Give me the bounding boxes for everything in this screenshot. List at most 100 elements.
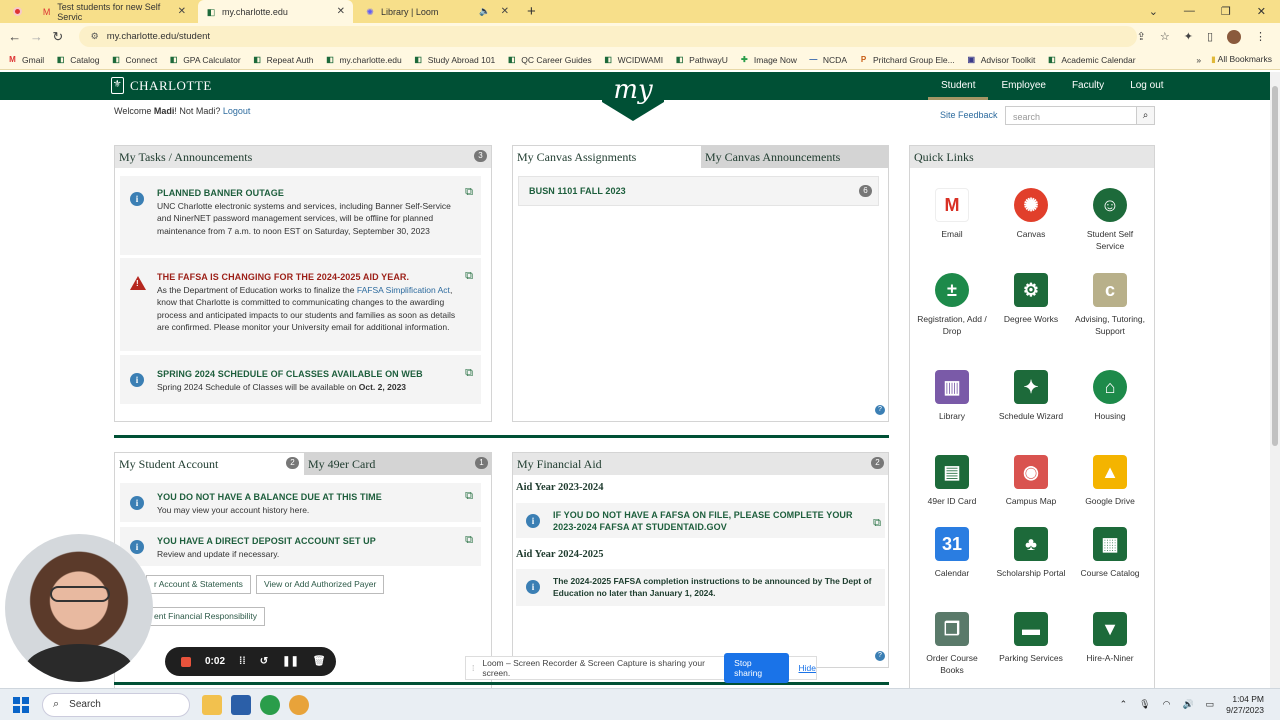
site-info-icon[interactable]: ⚙ <box>91 31 99 42</box>
stop-sharing-button[interactable]: Stop sharing <box>724 653 789 683</box>
site-feedback-link[interactable]: Site Feedback <box>940 110 998 120</box>
bookmark-gmail[interactable]: M Gmail <box>8 55 44 65</box>
tab-canvas-assignments[interactable]: My Canvas Assignments <box>513 150 636 165</box>
external-link-icon[interactable]: ⧉ <box>465 186 473 199</box>
pause-icon[interactable]: ❚❚ <box>282 656 299 667</box>
quick-link-hire-a-niner[interactable]: ▼ Hire-A-Niner <box>1074 612 1146 664</box>
bookmark-my-charlotte[interactable]: ◧ my.charlotte.edu <box>325 55 402 65</box>
quick-link-registration-add-drop[interactable]: ± Registration, Add / Drop <box>916 273 988 337</box>
authorized-payer-button[interactable]: View or Add Authorized Payer <box>256 575 385 594</box>
chrome-icon[interactable] <box>260 694 280 715</box>
all-bookmarks[interactable]: ▮ All Bookmarks <box>1211 54 1272 65</box>
back-icon[interactable]: ← <box>4 29 26 44</box>
bookmark-pathwayu[interactable]: ◧ PathwayU <box>675 55 728 65</box>
quick-link-schedule-wizard[interactable]: ✦ Schedule Wizard <box>995 370 1067 422</box>
external-link-icon[interactable]: ⧉ <box>465 270 473 283</box>
share-icon[interactable]: ⇪ <box>1137 30 1146 43</box>
profile-avatar[interactable] <box>1227 29 1241 44</box>
quick-link-advising-tutoring-support[interactable]: c Advising, Tutoring, Support <box>1074 273 1146 337</box>
webcam-bubble[interactable] <box>5 534 153 682</box>
canvas-course-row[interactable]: BUSN 1101 FALL 2023 6 <box>518 176 879 206</box>
tab-canvas-announcements[interactable]: My Canvas Announcements <box>701 146 889 168</box>
bookmark-repeat-auth[interactable]: ◧ Repeat Auth <box>253 55 313 65</box>
quick-link-student-self-service[interactable]: ☺ Student Self Service <box>1074 188 1146 252</box>
quick-link-49er-id-card[interactable]: ▤ 49er ID Card <box>916 455 988 507</box>
quick-link-email[interactable]: M Email <box>916 188 988 240</box>
audio-icon[interactable]: 🔈 <box>479 6 490 17</box>
drag-handle-icon[interactable]: ⁞ <box>472 663 474 673</box>
grid-icon[interactable]: ⁞⁞ <box>239 656 246 667</box>
bookmark-gpa[interactable]: ◧ GPA Calculator <box>169 55 241 65</box>
charlotte-logo[interactable]: ⚜ CHARLOTTE <box>111 77 212 94</box>
hide-link[interactable]: Hide <box>799 663 816 673</box>
help-icon[interactable]: ? <box>875 405 885 415</box>
quick-link-canvas[interactable]: ✺ Canvas <box>995 188 1067 240</box>
browser-menu-icon[interactable]: ⋮ <box>1255 30 1266 43</box>
bookmark-image-now[interactable]: ✚ Image Now <box>740 55 797 65</box>
external-link-icon[interactable]: ⧉ <box>873 517 881 530</box>
nav-student[interactable]: Student <box>928 72 989 100</box>
browser-tab-1[interactable]: M Test students for new Self Servic ✕ <box>34 0 194 23</box>
taskbar-clock[interactable]: 1:04 PM 9/27/2023 <box>1226 694 1264 716</box>
browser-tab-3[interactable]: ✺ Library | Loom 🔈 ✕ <box>357 0 517 23</box>
battery-icon[interactable]: ▭ <box>1206 699 1215 710</box>
file-explorer-icon[interactable] <box>202 694 222 715</box>
external-link-icon[interactable]: ⧉ <box>465 490 473 503</box>
bookmark-wcidwami[interactable]: ◧ WCIDWAMI <box>604 55 663 65</box>
bookmark-connect[interactable]: ◧ Connect <box>112 55 157 65</box>
bookmark-academic-calendar[interactable]: ◧ Academic Calendar <box>1047 55 1135 65</box>
bookmark-advisor-toolkit[interactable]: ▣ Advisor Toolkit <box>967 55 1035 65</box>
new-tab-icon[interactable]: + <box>527 3 536 20</box>
announcement-title[interactable]: SPRING 2024 SCHEDULE OF CLASSES AVAILABL… <box>157 369 423 379</box>
url-bar[interactable]: ⚙ my.charlotte.edu/student <box>78 26 1137 47</box>
nav-logout[interactable]: Log out <box>1117 72 1176 100</box>
external-link-icon[interactable]: ⧉ <box>465 367 473 380</box>
store-icon[interactable] <box>231 694 251 715</box>
bookmark-catalog[interactable]: ◧ Catalog <box>56 55 100 65</box>
fafsa-simplification-link[interactable]: FAFSA Simplification Act <box>357 285 450 295</box>
forward-icon[interactable]: → <box>26 29 48 44</box>
quick-link-housing[interactable]: ⌂ Housing <box>1074 370 1146 422</box>
tab-search-icon[interactable]: ⌄ <box>1149 5 1158 18</box>
volume-icon[interactable]: 🔊 <box>1182 699 1193 710</box>
chevron-right-icon[interactable]: » <box>1196 55 1201 65</box>
wifi-icon[interactable]: ◠ <box>1163 699 1171 710</box>
close-tab-icon[interactable]: ✕ <box>178 6 186 17</box>
bookmark-star-icon[interactable]: ☆ <box>1160 30 1170 43</box>
chevron-up-icon[interactable]: ⌃ <box>1120 699 1128 710</box>
announcement-title[interactable]: PLANNED BANNER OUTAGE <box>157 188 284 198</box>
sidepanel-icon[interactable]: ▯ <box>1207 30 1213 43</box>
restart-icon[interactable]: ↺ <box>260 656 268 667</box>
quick-link-degree-works[interactable]: ⚙ Degree Works <box>995 273 1067 325</box>
quick-link-library[interactable]: ▥ Library <box>916 370 988 422</box>
nav-faculty[interactable]: Faculty <box>1059 72 1117 100</box>
financial-responsibility-button[interactable]: ent Financial Responsibility <box>146 607 265 626</box>
quick-link-order-course-books[interactable]: ❒ Order Course Books <box>916 612 988 676</box>
page-scrollbar[interactable] <box>1270 72 1280 688</box>
search-icon[interactable]: ⌕ <box>1136 107 1154 124</box>
reload-icon[interactable]: ↻ <box>47 29 69 45</box>
close-tab-icon[interactable]: ✕ <box>501 6 509 17</box>
restore-icon[interactable]: ❐ <box>1221 5 1231 18</box>
bookmark-pritchard[interactable]: P Pritchard Group Ele... <box>859 55 955 65</box>
stop-recording-icon[interactable] <box>181 656 191 667</box>
windows-start-icon[interactable] <box>13 696 29 713</box>
quick-link-google-drive[interactable]: ▲ Google Drive <box>1074 455 1146 507</box>
external-link-icon[interactable]: ⧉ <box>465 534 473 547</box>
quick-link-parking-services[interactable]: ▬ Parking Services <box>995 612 1067 664</box>
search-input[interactable]: search <box>1006 107 1136 124</box>
account-statements-button[interactable]: r Account & Statements <box>146 575 251 594</box>
quick-link-course-catalog[interactable]: ▦ Course Catalog <box>1074 527 1146 579</box>
bookmark-qc-career[interactable]: ◧ QC Career Guides <box>507 55 592 65</box>
close-tab-icon[interactable]: ✕ <box>337 6 345 17</box>
microphone-icon[interactable]: 🎙 <box>1139 699 1150 710</box>
bookmark-ncda[interactable]: — NCDA <box>809 55 847 65</box>
nav-employee[interactable]: Employee <box>988 72 1058 100</box>
quick-link-scholarship-portal[interactable]: ♣ Scholarship Portal <box>995 527 1067 579</box>
close-window-icon[interactable]: ✕ <box>1257 5 1266 18</box>
bookmark-study-abroad[interactable]: ◧ Study Abroad 101 <box>414 55 495 65</box>
scrollbar-thumb[interactable] <box>1272 86 1278 446</box>
quick-link-campus-map[interactable]: ◉ Campus Map <box>995 455 1067 507</box>
quick-link-calendar[interactable]: 31 Calendar <box>916 527 988 579</box>
taskbar-search[interactable]: ⌕ Search <box>42 692 190 717</box>
